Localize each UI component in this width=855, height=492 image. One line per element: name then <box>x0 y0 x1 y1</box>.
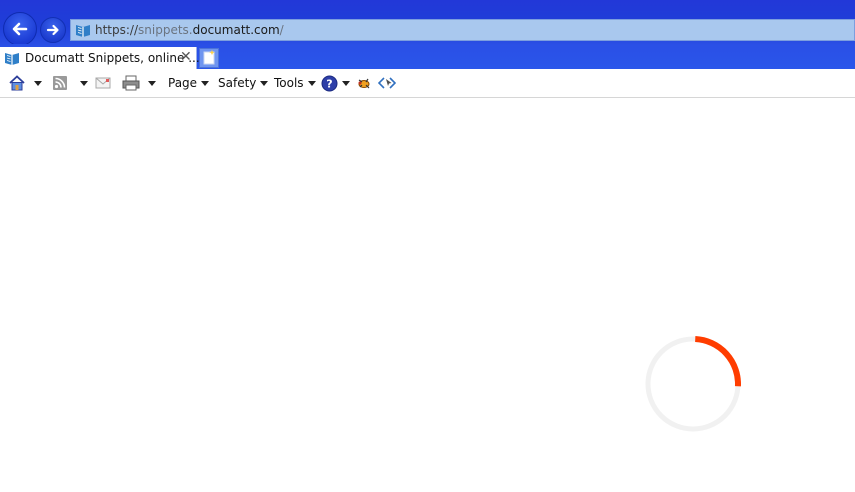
feeds-dropdown-caret[interactable] <box>80 81 88 86</box>
tab-strip: Documatt Snippets, online ... ✕ <box>0 44 855 69</box>
safety-menu[interactable]: Safety <box>218 69 269 97</box>
tools-menu-caret <box>307 80 316 86</box>
url-text[interactable]: https://snippets.documatt.com/ <box>95 23 284 37</box>
tab-documatt-snippets[interactable]: Documatt Snippets, online ... ✕ <box>0 47 200 69</box>
address-bar[interactable]: https://snippets.documatt.com/ <box>70 19 855 41</box>
new-tab-button[interactable] <box>199 48 219 68</box>
home-icon <box>9 75 25 91</box>
url-path: / <box>279 23 284 37</box>
tab-title: Documatt Snippets, online ... <box>25 51 200 65</box>
printer-icon <box>122 75 140 91</box>
forward-arrow-icon <box>46 24 59 36</box>
rss-feed-icon <box>53 76 67 90</box>
bug-extension-icon <box>358 78 370 89</box>
feeds-button[interactable] <box>52 69 68 97</box>
safety-menu-label: Safety <box>218 76 257 90</box>
print-button[interactable] <box>122 69 140 97</box>
print-dropdown-caret[interactable] <box>148 81 156 86</box>
browser-title-bar: https://snippets.documatt.com/ <box>0 0 855 46</box>
extension-button-1[interactable] <box>355 69 372 97</box>
command-bar: Page Safety Tools ? <box>0 69 855 98</box>
documatt-tab-icon <box>5 53 19 65</box>
back-button[interactable] <box>3 12 37 46</box>
dev-tools-icon <box>378 77 396 89</box>
tools-menu-label: Tools <box>274 76 304 90</box>
tools-menu[interactable]: Tools <box>274 69 316 97</box>
tab-close-icon[interactable]: ✕ <box>180 49 192 65</box>
url-scheme: https:// <box>95 23 139 37</box>
loading-spinner <box>645 336 741 432</box>
forward-button[interactable] <box>40 17 66 43</box>
loading-spinner-arc <box>694 336 741 387</box>
page-menu-label: Page <box>168 76 198 90</box>
home-button[interactable] <box>8 69 26 97</box>
url-subdomain: snippets. <box>138 23 193 37</box>
page-menu[interactable]: Page <box>168 69 210 97</box>
page-menu-caret <box>201 80 210 86</box>
extension-button-2[interactable] <box>378 69 396 97</box>
back-arrow-icon <box>12 22 28 36</box>
help-icon: ? <box>321 75 338 91</box>
new-tab-icon <box>203 50 215 65</box>
safety-menu-caret <box>260 80 269 86</box>
mail-icon <box>95 77 111 89</box>
read-mail-button[interactable] <box>95 69 111 97</box>
svg-text:?: ? <box>326 77 332 90</box>
help-menu[interactable]: ? <box>321 69 350 97</box>
url-domain: documatt.com <box>192 23 280 37</box>
home-dropdown-caret[interactable] <box>34 81 42 86</box>
documatt-site-icon <box>76 25 90 37</box>
help-menu-caret <box>342 80 350 86</box>
